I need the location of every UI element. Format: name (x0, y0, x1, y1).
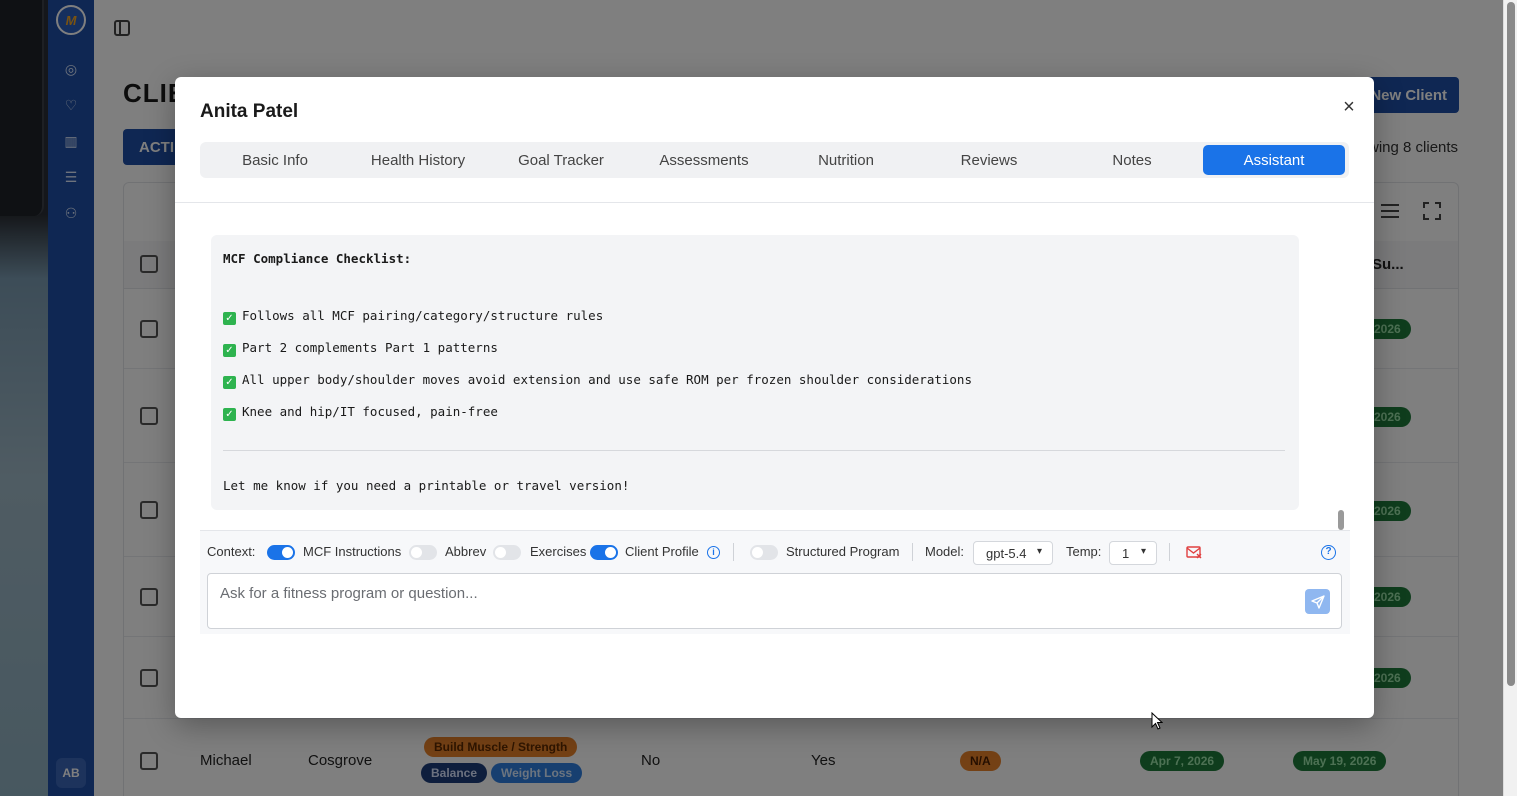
checkmark-icon: ✓ (223, 312, 236, 325)
client-modal: Anita Patel × Basic Info Health History … (175, 77, 1374, 718)
toggle-label: Client Profile (625, 544, 699, 559)
model-select[interactable]: gpt-5.4 ▾ (973, 541, 1053, 565)
checklist-item-text: Follows all MCF pairing/category/structu… (242, 308, 604, 323)
response-footer: Let me know if you need a printable or t… (223, 478, 630, 493)
checklist-item: ✓ Part 2 complements Part 1 patterns (223, 340, 498, 357)
toggle-structured-program[interactable] (750, 545, 778, 560)
toggle-label: Structured Program (786, 544, 900, 559)
toggle-abbrev[interactable] (409, 545, 437, 560)
checklist-item-text: Knee and hip/IT focused, pain-free (242, 404, 498, 419)
close-icon[interactable]: × (1339, 97, 1359, 117)
chevron-down-icon: ▾ (1036, 546, 1042, 557)
tab-health-history[interactable]: Health History (347, 145, 489, 175)
toggle-label: MCF Instructions (303, 544, 402, 559)
info-icon[interactable]: i (707, 546, 720, 559)
checklist-item: ✓ Follows all MCF pairing/category/struct… (223, 308, 603, 325)
assistant-response: MCF Compliance Checklist: ✓ Follows all M… (211, 235, 1299, 510)
checklist-heading: MCF Compliance Checklist: (223, 251, 412, 266)
checklist-item: ✓ All upper body/shoulder moves avoid ext… (223, 372, 972, 389)
checkmark-icon: ✓ (223, 344, 236, 357)
separator (1169, 543, 1170, 561)
checklist-item: ✓ Knee and hip/IT focused, pain-free (223, 404, 498, 421)
model-value: gpt-5.4 (986, 545, 1027, 561)
checklist-item-text: All upper body/shoulder moves avoid exte… (242, 372, 972, 387)
temp-value: 1 (1122, 545, 1130, 561)
modal-tabs: Basic Info Health History Goal Tracker A… (200, 142, 1349, 178)
prompt-input[interactable] (220, 582, 1280, 604)
toggle-exercises[interactable] (493, 545, 521, 560)
mail-x-icon[interactable] (1186, 545, 1202, 559)
help-icon[interactable]: ? (1321, 545, 1336, 560)
separator (912, 543, 913, 561)
checkmark-icon: ✓ (223, 408, 236, 421)
prompt-box[interactable] (207, 573, 1342, 629)
toggle-label: Abbrev (445, 544, 487, 559)
separator (733, 543, 734, 561)
tab-nutrition[interactable]: Nutrition (775, 145, 917, 175)
tab-basic-info[interactable]: Basic Info (204, 145, 346, 175)
mouse-cursor (1151, 712, 1163, 730)
tab-goal-tracker[interactable]: Goal Tracker (490, 145, 632, 175)
temp-label: Temp: (1066, 544, 1102, 559)
tab-notes[interactable]: Notes (1061, 145, 1203, 175)
divider (175, 202, 1374, 203)
page-scrollbar[interactable] (1503, 0, 1517, 796)
toggle-label: Exercises (530, 544, 587, 559)
model-label: Model: (925, 544, 965, 559)
send-button[interactable] (1305, 589, 1330, 614)
chat-scrollbar-thumb[interactable] (1338, 510, 1344, 530)
tab-reviews[interactable]: Reviews (918, 145, 1060, 175)
temperature-select[interactable]: 1 ▾ (1109, 541, 1157, 565)
divider (223, 450, 1285, 451)
toggle-client-profile[interactable] (590, 545, 618, 560)
send-icon (1310, 594, 1325, 609)
toggle-mcf-instructions[interactable] (267, 545, 295, 560)
page-scrollbar-thumb[interactable] (1507, 2, 1515, 686)
context-label: Context: (207, 544, 256, 559)
modal-title: Anita Patel (200, 101, 299, 122)
tab-assistant[interactable]: Assistant (1203, 145, 1345, 175)
chevron-down-icon: ▾ (1140, 546, 1146, 557)
checkmark-icon: ✓ (223, 376, 236, 389)
context-bar: Context: MCF Instructions Abbrev Exercis… (200, 530, 1350, 634)
tab-assessments[interactable]: Assessments (633, 145, 775, 175)
checklist-item-text: Part 2 complements Part 1 patterns (242, 340, 498, 355)
